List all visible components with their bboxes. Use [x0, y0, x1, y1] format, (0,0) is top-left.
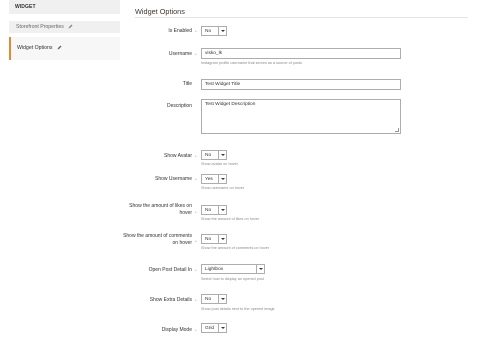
- display-mode-select[interactable]: Grid: [201, 323, 227, 333]
- username-note: Instagram profile username that serves a…: [201, 61, 302, 65]
- chevron-down-icon: [256, 265, 264, 273]
- chevron-down-icon: [218, 206, 226, 214]
- select-value: No: [205, 237, 212, 242]
- username-label: Username: [168, 51, 192, 57]
- show-avatar-note: Show avatar on hover: [201, 162, 238, 166]
- open-post-detail-note: Select how to display an opened post: [201, 277, 264, 281]
- show-extra-details-label: Show Extra Details: [149, 297, 192, 303]
- description-label: Description: [166, 103, 192, 109]
- select-value: No: [205, 297, 212, 302]
- scope-marker: *: [195, 52, 197, 57]
- scope-marker: *: [195, 154, 197, 159]
- open-post-detail-label: Open Post Detail In: [148, 267, 192, 273]
- show-likes-note: Show the amount of likes on hover: [201, 217, 260, 221]
- scope-marker: *: [195, 239, 197, 244]
- show-comments-select[interactable]: No: [201, 234, 227, 244]
- select-value: Lightbox: [205, 267, 224, 272]
- show-avatar-select[interactable]: No: [201, 150, 227, 160]
- sidebar-item-storefront-properties[interactable]: Storefront Properties: [9, 21, 120, 33]
- sidebar-item-label: Storefront Properties: [16, 24, 64, 30]
- pencil-icon: [57, 45, 62, 50]
- chevron-down-icon: [218, 235, 226, 243]
- show-avatar-label: Show Avatar: [164, 153, 192, 159]
- sidebar: WIDGET Storefront Properties Widget Opti…: [9, 0, 120, 62]
- resize-handle-icon[interactable]: [395, 128, 399, 132]
- show-username-note: Show username on hover: [201, 186, 245, 190]
- select-value: Grid: [205, 326, 215, 331]
- sidebar-item-label: Widget Options: [17, 45, 53, 51]
- show-likes-select[interactable]: No: [201, 205, 227, 215]
- display-mode-label: Display Mode: [161, 327, 192, 333]
- sidebar-item-widget-options[interactable]: Widget Options: [9, 37, 120, 60]
- title-label: Title: [182, 81, 192, 87]
- divider: [135, 17, 468, 18]
- title-input[interactable]: Test Widget Title: [201, 79, 401, 90]
- show-likes-label: Show the amount of likes on hover: [129, 203, 192, 216]
- scope-marker: *: [195, 298, 197, 303]
- open-post-detail-select[interactable]: Lightbox: [201, 264, 265, 274]
- show-username-label: Show Username: [155, 176, 192, 182]
- scope-marker: *: [195, 210, 197, 215]
- username-input[interactable]: visko_lk: [201, 48, 401, 59]
- scope-marker: *: [195, 177, 197, 182]
- show-extra-details-note: Show post details next to the opened ima…: [201, 307, 275, 311]
- show-comments-note: Show the amount of comments on hover: [201, 246, 270, 250]
- pencil-icon: [68, 24, 73, 29]
- select-value: Yes: [205, 177, 213, 182]
- chevron-down-icon: [218, 324, 226, 332]
- description-textarea[interactable]: Test Widget Description: [201, 99, 401, 134]
- scope-marker: *: [195, 29, 197, 34]
- is-enabled-select[interactable]: No: [201, 26, 227, 36]
- scope-marker: *: [195, 328, 197, 333]
- is-enabled-label: Is Enabled: [168, 28, 192, 34]
- section-title: Widget Options: [135, 7, 185, 16]
- show-comments-label: Show the amount of comments on hover: [123, 233, 192, 246]
- textarea-value: Test Widget Description: [205, 102, 256, 107]
- sidebar-heading: WIDGET: [9, 0, 120, 14]
- select-value: No: [205, 208, 212, 213]
- scope-marker: *: [195, 268, 197, 273]
- show-username-select[interactable]: Yes: [201, 174, 227, 184]
- select-value: No: [205, 153, 212, 158]
- show-extra-details-select[interactable]: No: [201, 294, 227, 304]
- chevron-down-icon: [218, 175, 226, 183]
- chevron-down-icon: [218, 27, 226, 35]
- select-value: No: [205, 29, 212, 34]
- chevron-down-icon: [218, 151, 226, 159]
- chevron-down-icon: [218, 295, 226, 303]
